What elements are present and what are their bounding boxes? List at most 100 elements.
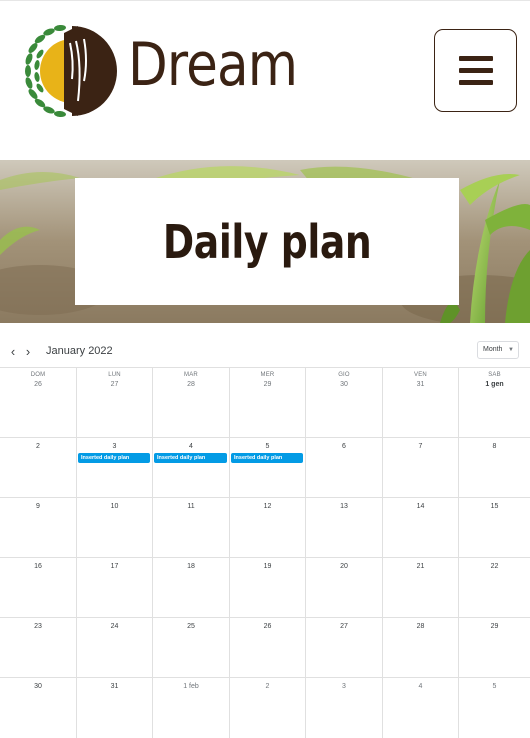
day-number[interactable]: 21 [383,563,458,570]
calendar-day-cell[interactable]: 22 [459,558,530,617]
day-number[interactable]: 2 [230,683,305,690]
calendar-day-cell[interactable]: 20 [306,558,383,617]
day-number[interactable]: 22 [459,563,530,570]
day-number[interactable]: 5 [459,683,530,690]
day-number[interactable]: 28 [153,381,229,388]
calendar-day-cell[interactable]: 17 [77,558,153,617]
view-mode-select[interactable]: Month ▼ [477,341,519,359]
calendar-day-cell[interactable]: 19 [230,558,306,617]
calendar-day-cell[interactable]: 14 [383,498,459,557]
day-number[interactable]: 8 [459,443,530,450]
brand-name[interactable]: Dream [128,35,298,95]
day-number[interactable]: 28 [383,623,458,630]
day-number[interactable]: 16 [0,563,76,570]
day-number[interactable]: 30 [0,683,76,690]
weekday-header: LUN [108,372,121,378]
calendar-day-cell[interactable]: 3 Inserted daily plan [77,438,153,497]
calendar-day-cell[interactable]: 25 [153,618,230,677]
day-number[interactable]: 18 [153,563,229,570]
calendar-day-cell[interactable]: LUN 27 [77,368,153,437]
calendar-day-cell[interactable]: 29 [459,618,530,677]
calendar-day-cell[interactable]: 13 [306,498,383,557]
day-number[interactable]: 4 [153,443,229,450]
calendar-day-cell[interactable]: MER 29 [230,368,306,437]
calendar-day-cell[interactable]: 31 [77,678,153,738]
calendar-toolbar: ‹ › January 2022 Month ▼ [0,340,530,364]
calendar-day-cell[interactable]: 3 [306,678,383,738]
calendar-day-cell[interactable]: SAB 1 gen [459,368,530,437]
dream-logo[interactable] [18,21,126,121]
calendar-day-cell[interactable]: 2 [0,438,77,497]
calendar-day-cell[interactable]: 5 [459,678,530,738]
day-number[interactable]: 31 [383,381,458,388]
calendar-day-cell[interactable]: 4 [383,678,459,738]
calendar-event[interactable]: Inserted daily plan [154,453,227,463]
day-number[interactable]: 9 [0,503,76,510]
calendar-day-cell[interactable]: 9 [0,498,77,557]
calendar-day-cell[interactable]: 30 [0,678,77,738]
calendar-day-cell[interactable]: 23 [0,618,77,677]
day-number[interactable]: 3 [77,443,152,450]
day-number[interactable]: 29 [230,381,305,388]
day-number[interactable]: 27 [77,381,152,388]
calendar-day-cell[interactable]: 24 [77,618,153,677]
day-number[interactable]: 30 [306,381,382,388]
calendar-day-cell[interactable]: 27 [306,618,383,677]
day-number[interactable]: 13 [306,503,382,510]
calendar-day-cell[interactable]: VEN 31 [383,368,459,437]
chevron-left-icon[interactable]: ‹ [6,344,20,360]
calendar-day-cell[interactable]: 6 [306,438,383,497]
caret-down-icon: ▼ [508,347,514,353]
calendar-day-cell[interactable]: 28 [383,618,459,677]
day-number[interactable]: 1 gen [459,381,530,388]
calendar-event[interactable]: Inserted daily plan [231,453,303,463]
calendar-day-cell[interactable]: 21 [383,558,459,617]
chevron-right-icon[interactable]: › [21,344,35,360]
calendar-day-cell[interactable]: 5 Inserted daily plan [230,438,306,497]
day-number[interactable]: 27 [306,623,382,630]
day-number[interactable]: 20 [306,563,382,570]
day-number[interactable]: 25 [153,623,229,630]
day-number[interactable]: 14 [383,503,458,510]
day-number[interactable]: 17 [77,563,152,570]
day-number[interactable]: 5 [230,443,305,450]
calendar-day-cell[interactable]: 8 [459,438,530,497]
day-number[interactable]: 2 [0,443,76,450]
calendar-day-cell[interactable]: 2 [230,678,306,738]
calendar-day-cell[interactable]: 12 [230,498,306,557]
calendar-week-row: 23 24 25 26 27 28 29 [0,618,530,678]
calendar-day-cell[interactable]: 10 [77,498,153,557]
day-number[interactable]: 12 [230,503,305,510]
calendar-day-cell[interactable]: 18 [153,558,230,617]
day-number[interactable]: 26 [230,623,305,630]
calendar-day-cell[interactable]: 1 feb [153,678,230,738]
day-number[interactable]: 3 [306,683,382,690]
calendar-day-cell[interactable]: 16 [0,558,77,617]
calendar-day-cell[interactable]: DOM 26 [0,368,77,437]
day-number[interactable]: 29 [459,623,530,630]
calendar-day-cell[interactable]: 4 Inserted daily plan [153,438,230,497]
day-number[interactable]: 24 [77,623,152,630]
day-number[interactable]: 7 [383,443,458,450]
day-number[interactable]: 31 [77,683,152,690]
day-number[interactable]: 1 feb [153,683,229,690]
calendar-day-cell[interactable]: 15 [459,498,530,557]
calendar-day-cell[interactable]: GIO 30 [306,368,383,437]
day-number[interactable]: 10 [77,503,152,510]
hamburger-menu-button[interactable] [434,29,517,112]
calendar-week-row: 2 3 Inserted daily plan 4 Inserted daily pla… [0,438,530,498]
calendar-day-cell[interactable]: MAR 28 [153,368,230,437]
calendar-day-cell[interactable]: 7 [383,438,459,497]
day-number[interactable]: 19 [230,563,305,570]
day-number[interactable]: 4 [383,683,458,690]
calendar-event[interactable]: Inserted daily plan [78,453,150,463]
day-number[interactable]: 26 [0,381,76,388]
weekday-header: SAB [488,372,501,378]
day-number[interactable]: 23 [0,623,76,630]
day-number[interactable]: 6 [306,443,382,450]
day-number[interactable]: 11 [153,503,229,510]
day-number[interactable]: 15 [459,503,530,510]
weekday-header: VEN [414,372,427,378]
calendar-day-cell[interactable]: 26 [230,618,306,677]
calendar-day-cell[interactable]: 11 [153,498,230,557]
